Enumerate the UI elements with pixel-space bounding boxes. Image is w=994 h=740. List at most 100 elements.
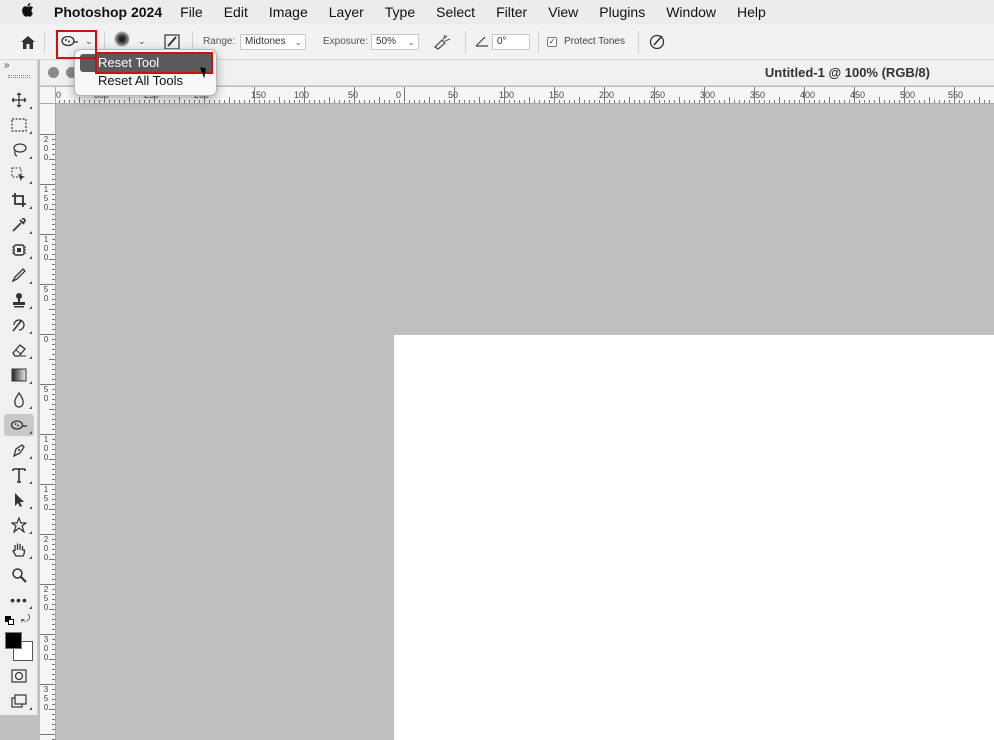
apple-icon[interactable] [0,2,54,23]
ruler-tick [52,704,55,705]
brush-tool-icon [11,268,26,283]
eyedropper-tool[interactable] [4,214,34,236]
ruler-tick [444,100,445,103]
menu-view[interactable]: View [548,4,578,20]
quick-mask-button[interactable] [4,665,34,687]
menu-item-reset-all-tools[interactable]: Reset All Tools [80,72,213,90]
lasso-tool[interactable] [4,139,34,161]
protect-tones-checkbox[interactable]: ✓ [547,37,557,47]
menu-layer[interactable]: Layer [329,4,364,20]
ruler-label: 0 [396,90,402,100]
menu-select[interactable]: Select [436,4,475,20]
ruler-tick [739,100,740,103]
menu-item-reset-tool[interactable]: Reset Tool [80,54,213,72]
ruler-tick [52,624,55,625]
ruler-tick [52,454,55,455]
panel-collapse-icon[interactable]: » [4,60,10,71]
history-brush-tool[interactable] [4,314,34,336]
pen-tool[interactable] [4,439,34,461]
ruler-tick [52,649,55,650]
menu-edit[interactable]: Edit [224,4,248,20]
healing-brush-tool[interactable] [4,239,34,261]
ruler-tick [784,100,785,103]
ruler-label: 1 [43,485,49,494]
foreground-color-swatch[interactable] [5,632,22,649]
ruler-tick [579,97,580,103]
ruler-tick [934,100,935,103]
ruler-tick [40,134,55,135]
ruler-tick [734,100,735,103]
menu-image[interactable]: Image [269,4,308,20]
zoom-tool[interactable] [4,564,34,586]
ruler-tick [219,100,220,103]
object-select-tool[interactable] [4,164,34,186]
menu-help[interactable]: Help [737,4,766,20]
menu-plugins[interactable]: Plugins [599,4,645,20]
menu-file[interactable]: File [180,4,203,20]
menu-type[interactable]: Type [385,4,415,20]
type-tool[interactable] [4,464,34,486]
ruler-tick [189,100,190,103]
vertical-ruler[interactable]: 20015010050050100150200250300350 [40,104,56,740]
angle-input[interactable]: 0° [492,34,530,50]
ruler-tick [384,100,385,103]
sponge-tool[interactable] [4,414,34,436]
brush-tool[interactable] [4,264,34,286]
app-name-menu[interactable]: Photoshop 2024 [54,4,162,20]
ruler-tick [834,100,835,103]
airbrush-icon[interactable] [432,34,452,50]
clone-stamp-tool[interactable] [4,289,34,311]
ruler-tick [809,100,810,103]
eyedropper-tool-icon [12,217,26,232]
more-tools[interactable]: ••• [4,589,34,611]
ruler-tick [109,100,110,103]
ruler-tick [604,87,605,103]
close-window-icon[interactable] [48,67,59,78]
document-canvas[interactable] [394,335,994,740]
default-colors-icon[interactable] [5,616,14,625]
ruler-tick [369,100,370,103]
ruler-tick [52,229,55,230]
menu-filter[interactable]: Filter [496,4,527,20]
gradient-tool[interactable] [4,364,34,386]
screen-mode-button[interactable] [4,690,34,712]
home-icon[interactable] [18,33,38,51]
exposure-input[interactable]: 50% ⌄ [371,34,419,50]
ruler-tick [49,509,55,510]
canvas-pasteboard[interactable] [57,104,994,740]
ruler-tick [974,100,975,103]
clone-stamp-tool-icon [13,293,25,308]
ruler-tick [49,709,55,710]
ruler-tick [194,100,195,103]
ruler-tick [884,100,885,103]
menu-window[interactable]: Window [666,4,716,20]
ruler-label: 0 [43,544,49,553]
ruler-tick [464,100,465,103]
gradient-tool-icon [11,368,27,382]
ruler-tick [52,489,55,490]
ruler-tick [589,100,590,103]
blur-tool[interactable] [4,389,34,411]
ruler-tick [52,644,55,645]
hand-tool[interactable] [4,539,34,561]
ruler-tick [52,419,55,420]
ruler-origin[interactable] [40,87,56,104]
pressure-icon[interactable] [648,33,666,51]
marquee-tool[interactable] [4,114,34,136]
dodge-tool-icon [10,420,27,430]
ruler-tick [899,100,900,103]
range-select[interactable]: Midtones ⌄ [240,34,306,50]
ruler-tick [824,100,825,103]
ruler-tick [639,100,640,103]
path-select-tool[interactable] [4,489,34,511]
ruler-tick [679,97,680,103]
ruler-label: 450 [850,90,866,100]
move-tool[interactable] [4,89,34,111]
ruler-tick [52,664,55,665]
toolbox-grip[interactable] [8,75,30,78]
eraser-tool[interactable] [4,339,34,361]
crop-tool[interactable] [4,189,34,211]
swap-colors-icon[interactable]: ⤾ [21,613,30,626]
ruler-tick [319,100,320,103]
shape-tool[interactable] [4,514,34,536]
